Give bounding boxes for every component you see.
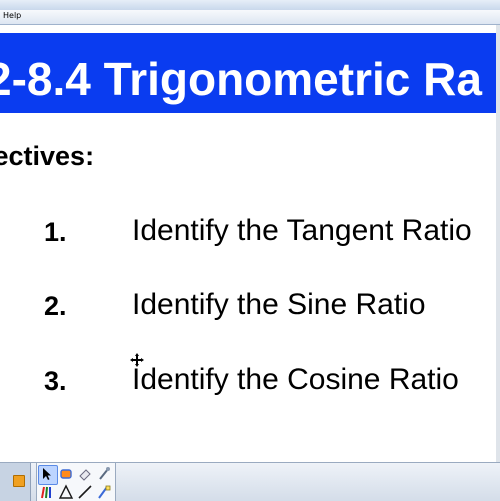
objective-number-3: 3. [44,366,67,396]
lock-icon[interactable] [13,475,25,487]
line-icon[interactable] [77,484,93,500]
pen-icon[interactable] [58,466,74,482]
slide-right-scroll-edge [496,25,500,462]
select-arrow-icon[interactable] [39,466,55,482]
slide-title-bar: 2-8.4 Trigonometric Ra [0,33,500,113]
objective-number-2: 2. [44,291,67,321]
slide-canvas[interactable]: 2-8.4 Trigonometric Ra jectives: 1. Iden… [0,25,500,462]
objective-item-1: Identify the Tangent Ratio [132,214,472,247]
toolbar-left-panel [0,463,31,501]
shape-icon[interactable] [58,484,74,500]
pens-icon[interactable] [39,484,55,500]
objective-item-2: Identify the Sine Ratio [132,288,426,321]
window-top-strip [0,0,500,10]
move-cursor-icon [130,353,144,367]
objectives-heading: jectives: [0,141,95,171]
menubar: Help [0,10,500,25]
menu-help[interactable]: Help [3,11,21,20]
magic-pen-icon[interactable] [96,466,112,482]
eraser-icon[interactable] [77,466,93,482]
highlighter-icon[interactable] [96,484,112,500]
slide-title: 2-8.4 Trigonometric Ra [0,53,482,105]
bottom-toolbar [0,462,500,501]
objective-item-3: Identify the Cosine Ratio [132,363,459,396]
objective-number-1: 1. [44,217,67,247]
